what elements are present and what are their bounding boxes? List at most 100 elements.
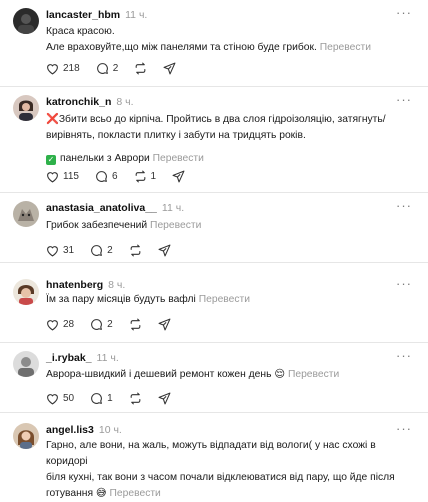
like-count: 115 — [63, 171, 79, 182]
comment-line: готування 😅 Перевести — [46, 488, 161, 499]
comment-text: Гарно, але вони, на жаль, можуть відпада… — [46, 438, 416, 502]
comment-actions: 31 2 — [46, 244, 187, 257]
comment-item: hnatenberg 8 ч. ··· Їм за пару місяців бу… — [0, 263, 428, 343]
username[interactable]: angel.lis3 — [46, 424, 94, 436]
comment-actions: 28 2 — [46, 318, 187, 331]
more-options-icon[interactable]: ··· — [396, 93, 412, 106]
more-options-icon[interactable]: ··· — [396, 422, 412, 435]
comment-text: ❌Збити всьо до кірпіча. Пройтись в два с… — [46, 112, 416, 167]
like-button[interactable]: 115 — [46, 171, 79, 183]
timestamp: 8 ч. — [116, 96, 134, 108]
comment-icon — [91, 245, 103, 256]
translate-link[interactable]: Перевести — [320, 42, 371, 53]
like-count: 28 — [63, 319, 75, 330]
translate-link[interactable]: Перевести — [110, 488, 161, 499]
translate-link[interactable]: Перевести — [150, 220, 201, 231]
timestamp: 10 ч. — [98, 424, 122, 436]
translate-link[interactable]: Перевести — [153, 153, 204, 164]
comment-text: Аврора-швидкий і дешевий ремонт кожен де… — [46, 367, 416, 383]
username[interactable]: anastasia_anatoliva__ — [46, 202, 157, 214]
repost-icon — [135, 62, 146, 75]
more-options-icon[interactable]: ··· — [396, 349, 412, 362]
translate-link[interactable]: Перевести — [199, 294, 250, 305]
share-button[interactable] — [158, 244, 171, 257]
comment-line: Але враховуйте,що між панелями та стіною… — [46, 42, 371, 53]
comment-line: біля кухні, так вони з часом почали відк… — [46, 472, 395, 483]
like-button[interactable]: 28 — [46, 319, 74, 331]
repost-icon — [130, 318, 141, 331]
more-options-icon[interactable]: ··· — [396, 277, 412, 290]
like-button[interactable]: 50 — [46, 393, 74, 405]
send-icon — [172, 170, 185, 183]
comment-icon — [91, 319, 103, 330]
username[interactable]: lancaster_hbm — [46, 9, 120, 21]
more-options-icon[interactable]: ··· — [396, 6, 412, 19]
reply-count: 1 — [107, 393, 113, 404]
repost-icon — [135, 170, 145, 183]
reply-count: 2 — [107, 319, 113, 330]
timestamp: 11 ч. — [96, 352, 119, 364]
reply-button[interactable]: 1 — [90, 392, 113, 405]
share-button[interactable] — [158, 318, 171, 331]
reply-button[interactable]: 2 — [90, 244, 113, 257]
relieved-face-emoji: 😌 — [274, 369, 286, 380]
reply-count: 2 — [112, 63, 119, 74]
comment-header: _i.rybak_ 11 ч. — [46, 352, 119, 365]
comment-item: angel.lis3 10 ч. ··· Гарно, але вони, на … — [0, 413, 428, 499]
timestamp: 8 ч. — [108, 279, 126, 291]
sweat-smile-emoji: 😅 — [95, 488, 107, 499]
send-icon — [158, 244, 171, 257]
comment-line: Краса красою. — [46, 26, 115, 37]
reply-button[interactable]: 2 — [90, 318, 113, 331]
send-icon — [163, 62, 176, 75]
comment-item: katronchik_n 8 ч. ··· ❌Збити всьо до кірп… — [0, 87, 428, 193]
comments-feed: lancaster_hbm 11 ч. ··· Краса красою. Але… — [0, 0, 428, 499]
avatar[interactable] — [13, 351, 39, 377]
comment-header: anastasia_anatoliva__ 11 ч. — [46, 202, 184, 215]
more-options-icon[interactable]: ··· — [396, 199, 412, 212]
cross-mark-icon: ❌ — [46, 114, 59, 125]
reply-button[interactable]: 6 — [95, 170, 118, 183]
reply-button[interactable]: 2 — [96, 62, 119, 75]
share-button[interactable] — [158, 392, 171, 405]
comment-icon — [91, 393, 103, 404]
repost-button[interactable]: 1 — [134, 170, 156, 183]
topic-tag-label: панельки з Аврори — [60, 153, 150, 164]
avatar[interactable] — [13, 423, 39, 449]
comment-icon — [96, 63, 108, 74]
username[interactable]: hnatenberg — [46, 279, 103, 291]
like-button[interactable]: 218 — [46, 63, 80, 75]
like-button[interactable]: 31 — [46, 245, 74, 257]
comment-item: _i.rybak_ 11 ч. ··· Аврора-швидкий і деше… — [0, 343, 428, 413]
like-count: 31 — [63, 245, 75, 256]
username[interactable]: katronchik_n — [46, 96, 111, 108]
avatar[interactable] — [13, 8, 39, 34]
comment-actions: 50 1 — [46, 392, 187, 405]
share-button[interactable] — [172, 170, 185, 183]
avatar[interactable] — [13, 95, 39, 121]
comment-header: lancaster_hbm 11 ч. — [46, 9, 147, 22]
username[interactable]: _i.rybak_ — [46, 352, 92, 364]
repost-button[interactable] — [134, 62, 147, 75]
translate-link[interactable]: Перевести — [288, 369, 339, 380]
heart-icon — [47, 245, 58, 257]
timestamp: 11 ч. — [125, 9, 148, 21]
repost-button[interactable] — [129, 244, 142, 257]
comment-actions: 115 6 1 — [46, 170, 201, 183]
topic-tag[interactable]: ✓ панельки з Аврори Перевести — [46, 151, 416, 167]
repost-icon — [130, 392, 141, 405]
comment-text: Краса красою. Але враховуйте,що між пане… — [46, 24, 416, 56]
repost-button[interactable] — [129, 318, 142, 331]
share-button[interactable] — [163, 62, 176, 75]
comment-line: Грибок забезпечений Перевести — [46, 220, 202, 231]
heart-icon — [47, 319, 58, 331]
like-count: 50 — [63, 393, 75, 404]
comment-line: ❌Збити всьо до кірпіча. Пройтись в два с… — [46, 114, 386, 125]
avatar[interactable] — [13, 201, 39, 227]
like-count: 218 — [63, 63, 80, 74]
reply-count: 6 — [111, 171, 118, 182]
repost-button[interactable] — [129, 392, 142, 405]
comment-header: angel.lis3 10 ч. — [46, 424, 122, 437]
repost-icon — [130, 244, 141, 257]
avatar[interactable] — [13, 279, 39, 305]
